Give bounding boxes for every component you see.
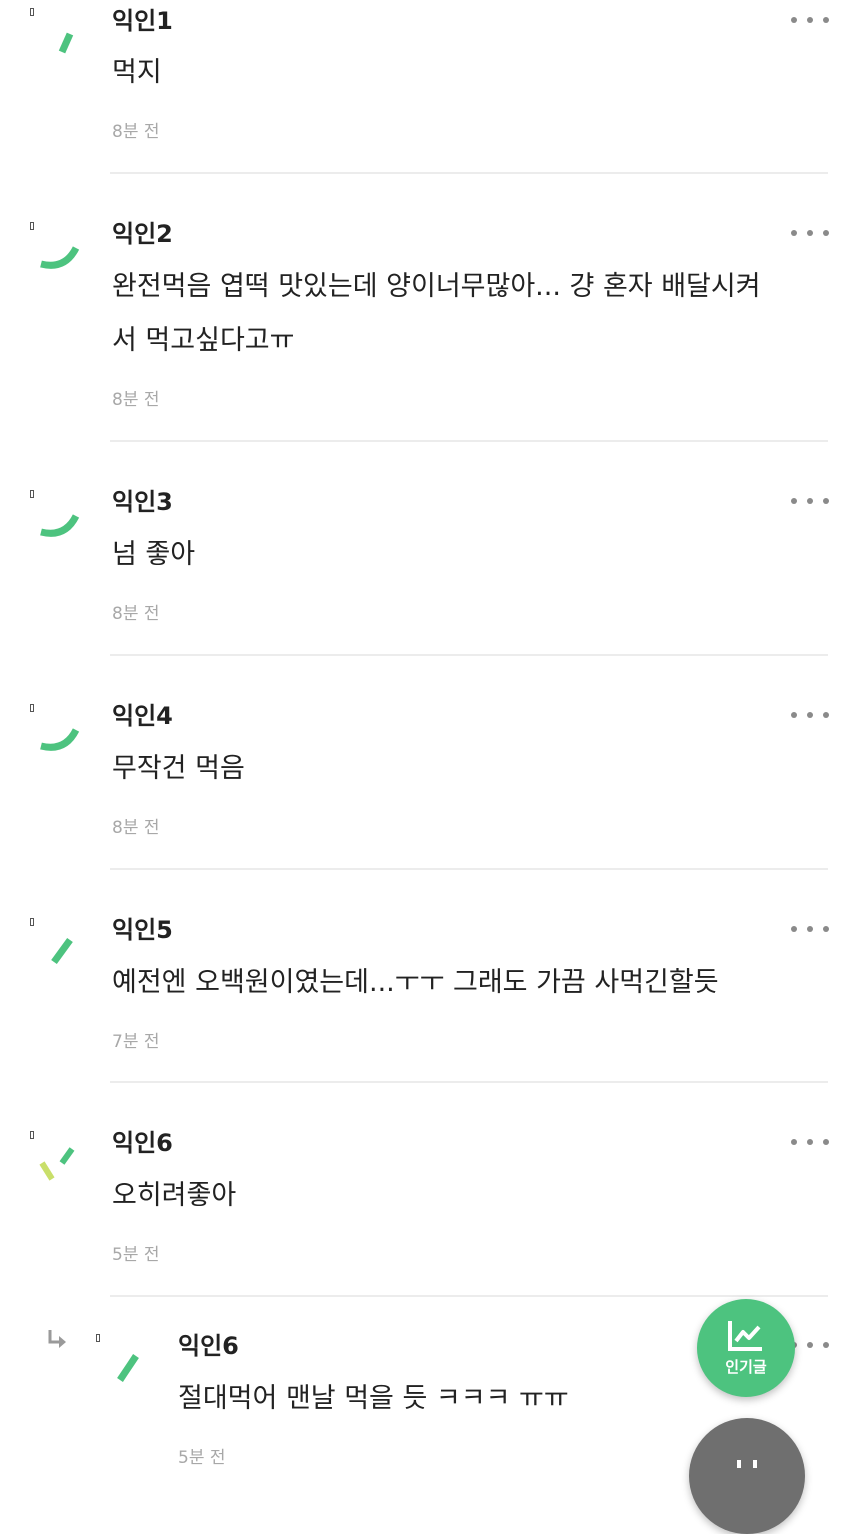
avatar [40, 728, 80, 751]
comment-nickname[interactable]: 익인6 [112, 1128, 173, 1158]
popular-posts-label: 인기글 [725, 1358, 767, 1376]
avatar [40, 246, 80, 269]
divider [110, 172, 828, 174]
comment-time: 8분 전 [112, 122, 160, 142]
trending-chart-icon [728, 1321, 762, 1351]
comment-time: 8분 전 [112, 390, 160, 410]
avatar [39, 1147, 75, 1181]
comment-text: 넘 좋아 [112, 539, 196, 570]
avatar [51, 937, 73, 965]
avatar [58, 32, 74, 54]
more-options-icon[interactable] [791, 1137, 829, 1147]
reply-arrow-icon [48, 1330, 66, 1348]
comment-text: 무작건 먹음 [112, 753, 245, 784]
more-options-icon[interactable] [791, 228, 829, 238]
reply-text: 절대먹어 맨날 먹을 듯 ㅋㅋㅋ ㅠㅠ [178, 1383, 569, 1414]
more-options-icon[interactable] [791, 710, 829, 720]
comment-time: 7분 전 [112, 1032, 160, 1052]
divider [110, 868, 828, 870]
comment-time: 8분 전 [112, 604, 160, 624]
reply-time: 5분 전 [178, 1448, 226, 1468]
comment-text: 오히려좋아 [112, 1180, 237, 1211]
avatar [117, 1354, 139, 1382]
comment-nickname[interactable]: 익인1 [112, 6, 173, 36]
popular-posts-button[interactable]: 인기글 [697, 1299, 795, 1397]
comment-nickname[interactable]: 익인4 [112, 701, 173, 731]
comment-text: 먹지 [112, 57, 162, 88]
avatar [40, 514, 80, 537]
more-options-icon[interactable] [791, 496, 829, 506]
more-options-icon[interactable] [791, 1340, 829, 1350]
comment-nickname[interactable]: 익인3 [112, 487, 173, 517]
more-options-icon[interactable] [791, 924, 829, 934]
divider [110, 440, 828, 442]
comment-text: 예전엔 오백원이였는데...ㅜㅜ 그래도 가끔 사먹긴할듯 [112, 967, 719, 998]
comment-time: 5분 전 [112, 1245, 160, 1265]
comment-text: 완전먹음 엽떡 맛있는데 양이너무많아... 걍 혼자 배달시켜 서 먹고싶다고… [112, 271, 761, 356]
comment-time: 8분 전 [112, 818, 160, 838]
fab-glyph-icon [737, 1460, 757, 1468]
more-options-icon[interactable] [791, 15, 829, 25]
divider [110, 654, 828, 656]
divider [110, 1295, 828, 1297]
reply-nickname[interactable]: 익인6 [178, 1331, 239, 1361]
divider [110, 1081, 828, 1083]
floating-action-button[interactable] [689, 1418, 805, 1534]
comment-nickname[interactable]: 익인2 [112, 219, 173, 249]
comment-nickname[interactable]: 익인5 [112, 915, 173, 945]
